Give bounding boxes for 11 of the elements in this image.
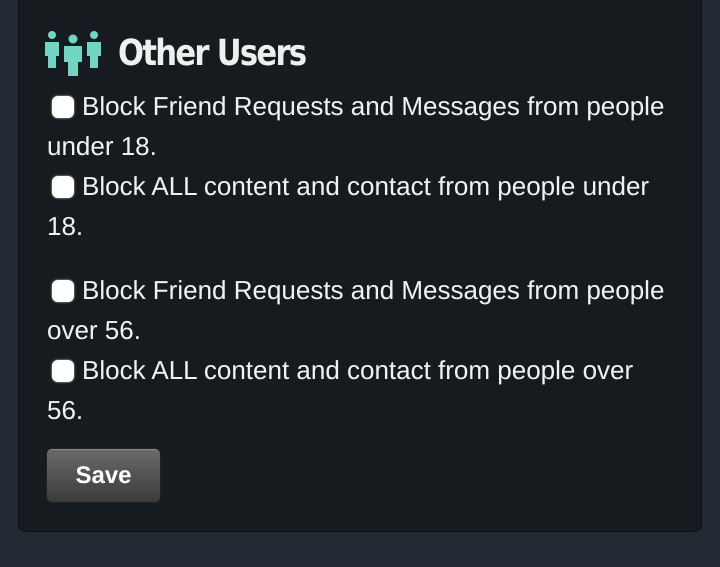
checkbox[interactable] — [52, 280, 74, 302]
checkbox[interactable] — [52, 176, 74, 198]
checkbox[interactable] — [52, 96, 74, 118]
checkbox-option[interactable]: Block Friend Requests and Messages from people over 56. — [47, 270, 673, 350]
checkbox-option[interactable]: Block Friend Requests and Messages from people under 18. — [47, 86, 673, 166]
checkbox[interactable] — [52, 360, 74, 382]
checkbox-option[interactable]: Block ALL content and contact from people under 18. — [47, 166, 673, 246]
users-icon — [44, 30, 102, 76]
checkbox-option[interactable]: Block ALL content and contact from people over 56. — [47, 350, 673, 430]
section-title: Other Users — [118, 32, 306, 74]
save-button[interactable]: Save — [46, 448, 161, 503]
